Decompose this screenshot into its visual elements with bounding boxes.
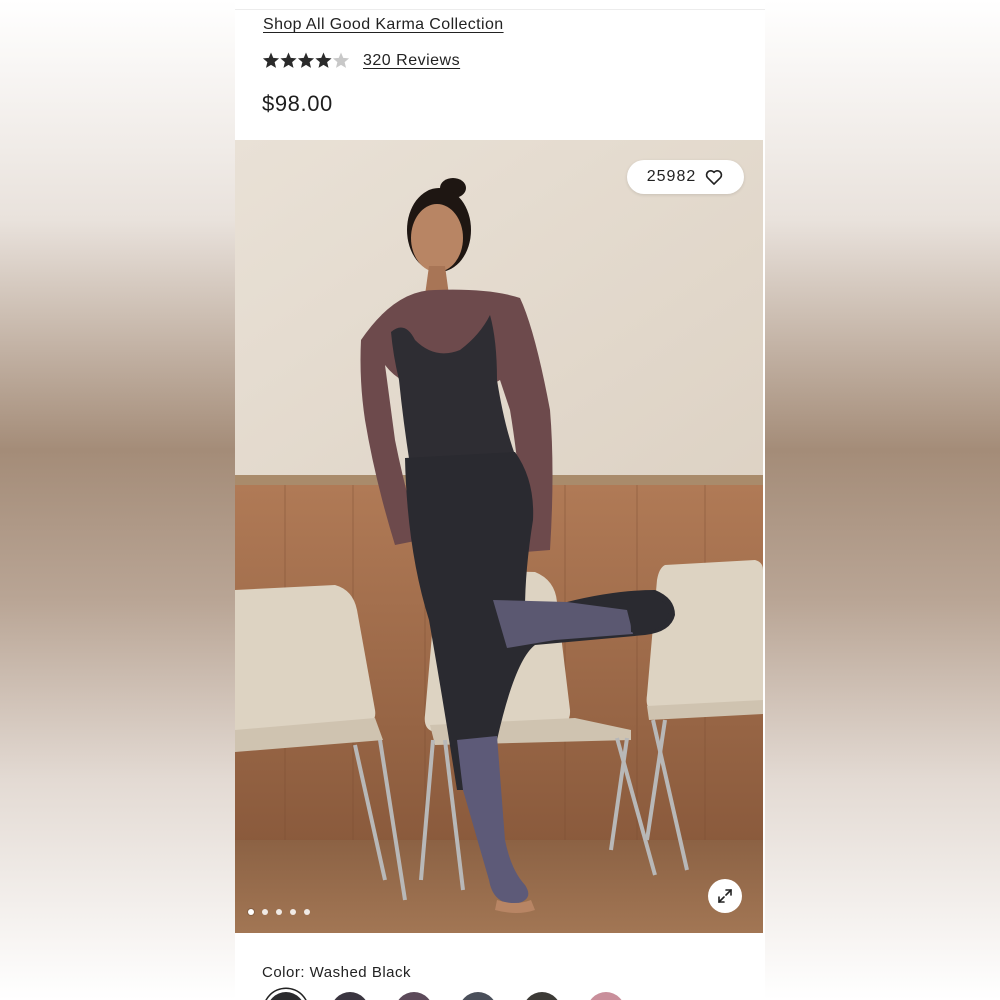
gallery-dot[interactable]	[304, 909, 310, 915]
product-page: Shop All Good Karma Collection 320 Revie…	[235, 0, 765, 1000]
gallery-pagination[interactable]	[248, 909, 310, 915]
expand-icon	[718, 889, 732, 903]
color-label: Color: Washed Black	[262, 964, 411, 981]
star-rating[interactable]	[262, 51, 350, 71]
divider	[235, 9, 765, 10]
star-empty-icon	[332, 52, 350, 68]
heart-icon	[706, 169, 723, 185]
expand-image-button[interactable]	[708, 879, 742, 913]
color-swatch-swatch-3[interactable]	[395, 992, 433, 1000]
color-swatch-washed-black[interactable]	[267, 992, 305, 1000]
reviews-link[interactable]: 320 Reviews	[363, 52, 460, 70]
shop-collection-link[interactable]: Shop All Good Karma Collection	[263, 16, 504, 34]
favorite-count: 25982	[646, 168, 697, 185]
color-swatch-swatch-2[interactable]	[331, 992, 369, 1000]
color-swatch-swatch-4[interactable]	[459, 992, 497, 1000]
product-image[interactable]: 25982	[235, 140, 763, 933]
star-filled-icon	[262, 52, 280, 68]
rating-row: 320 Reviews	[262, 50, 460, 72]
gallery-dot[interactable]	[248, 909, 254, 915]
star-filled-icon	[280, 52, 297, 68]
gallery-dot[interactable]	[276, 909, 282, 915]
gallery-dot[interactable]	[290, 909, 296, 915]
product-price: $98.00	[262, 91, 333, 116]
color-swatch-swatch-6[interactable]	[587, 992, 625, 1000]
gallery-dot[interactable]	[262, 909, 268, 915]
star-filled-icon	[297, 52, 315, 68]
star-filled-icon	[315, 52, 332, 68]
product-photo	[235, 140, 763, 933]
favorite-button[interactable]: 25982	[627, 160, 744, 194]
color-swatches	[267, 992, 625, 1000]
color-swatch-swatch-5[interactable]	[523, 992, 561, 1000]
